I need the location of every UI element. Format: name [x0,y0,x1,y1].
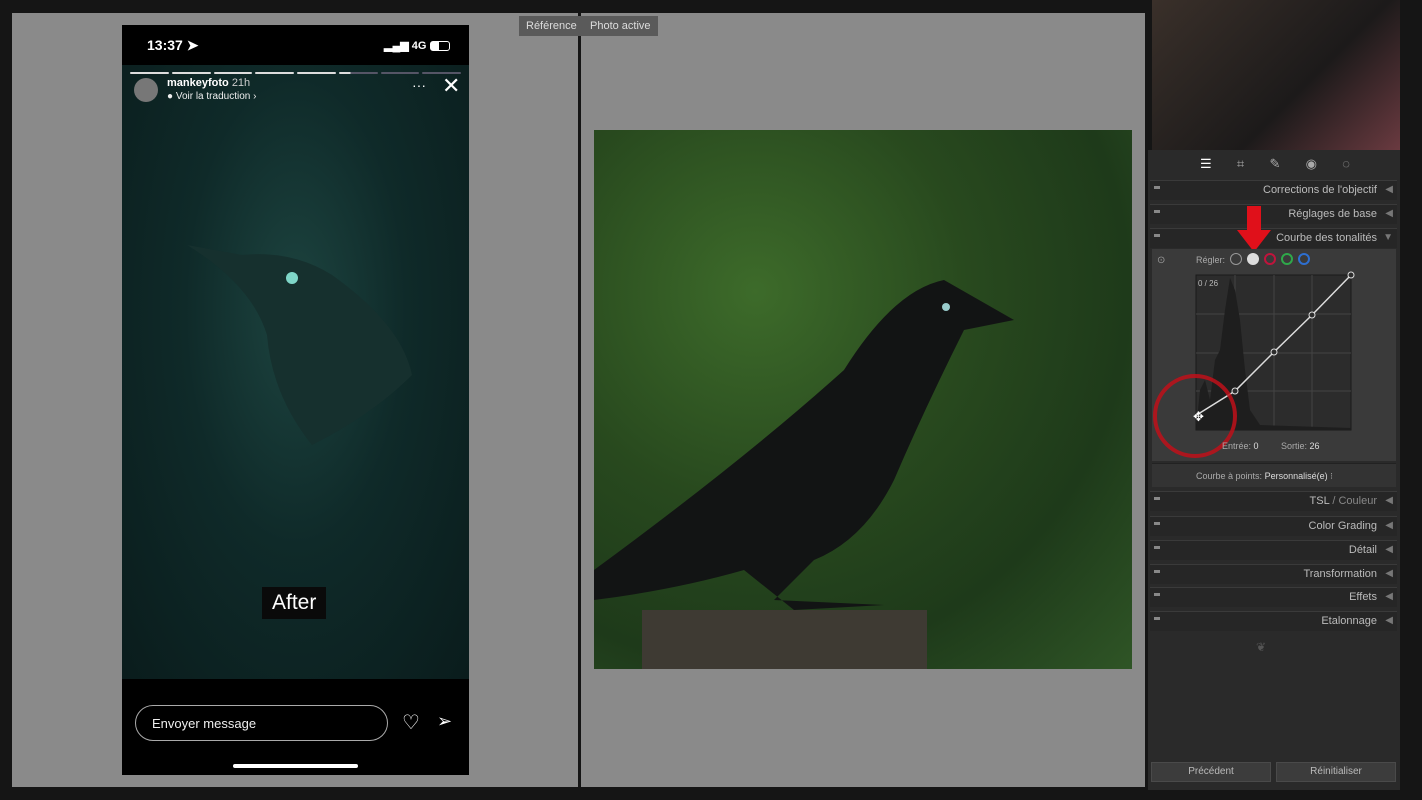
tool-strip: ☰ ⌗ ✎ ◉ ◌ [1200,156,1350,172]
heal-icon[interactable]: ✎ [1269,156,1280,172]
section-effects[interactable]: Effets ◀ [1150,587,1397,607]
active-photo-label: Photo active [583,16,658,36]
home-indicator [233,764,358,768]
after-label: After [262,587,327,619]
story-progress-segment [171,72,211,74]
point-curve-select[interactable]: Personnalisé(e) [1265,471,1328,481]
story-progress-segment [130,72,169,74]
avatar[interactable] [134,78,158,102]
rgb-channel[interactable] [1247,253,1259,265]
curve-point [1231,387,1239,395]
blue-channel[interactable] [1298,253,1310,265]
red-channel[interactable] [1264,253,1276,265]
section-hsl[interactable]: TSL / Couleur ◀ [1150,491,1397,511]
adjust-label: Régler: [1196,255,1226,265]
output-value: 26 [1309,441,1320,451]
previous-button[interactable]: Précédent [1151,762,1271,782]
story-age: 21h [231,77,251,89]
story-image: mankeyfoto 21h ● Voir la traduction › ··… [122,65,469,679]
translate-link[interactable]: ● Voir la traduction › [167,91,256,102]
section-detail[interactable]: Détail ◀ [1150,540,1397,560]
section-color-grading[interactable]: Color Grading ◀ [1150,516,1397,536]
section-lens-corrections[interactable]: Corrections de l'objectif ◀ [1150,180,1397,200]
input-value: 0 [1253,441,1259,451]
network: 4G [411,40,427,52]
reference-label: Référence [519,16,584,36]
point-curve-row: Courbe à points: Personnalisé(e) ⁝ [1152,463,1396,487]
story-progress-segment [213,72,253,74]
message-input[interactable]: Envoyer message [135,705,388,741]
more-icon[interactable]: ··· [412,77,426,93]
story-progress-segment [297,72,336,74]
green-channel[interactable] [1281,253,1293,265]
username[interactable]: mankeyfoto [167,77,229,89]
input-label: Entrée: [1222,441,1252,451]
webcam-overlay [1152,0,1400,150]
story-progress-segment [255,72,294,74]
sliders-icon[interactable]: ☰ [1200,156,1212,172]
panel-end-ornament: ❦ [1256,640,1267,654]
tone-curve-graph[interactable]: ✥ [1150,270,1365,465]
red-arrow-annotation [1237,206,1271,252]
parametric-channel[interactable] [1230,253,1242,265]
target-adjust-icon[interactable]: ⊙ [1157,255,1165,266]
mask-icon[interactable]: ◌ [1342,156,1350,172]
section-tone-curve[interactable]: Courbe des tonalités ▼ [1150,228,1397,248]
curve-point [1347,271,1355,279]
channel-selector [1230,253,1310,265]
location-icon: ➤ [186,37,199,53]
story-progress-segment [422,72,461,74]
close-icon[interactable]: ✕ [442,73,460,99]
reset-button[interactable]: Réinitialiser [1276,762,1396,782]
crow-photo [594,130,1132,669]
curve-point [1308,311,1316,319]
clock: 13:37 [147,37,183,53]
crow-silhouette [187,245,412,445]
heart-icon[interactable]: ♡ [402,710,420,735]
curve-point [1270,348,1278,356]
crow-on-post [594,280,1014,669]
curve-readout: 0 / 26 [1198,279,1219,288]
signal-icon: ▂▄▆ [384,40,409,52]
section-transform[interactable]: Transformation ◀ [1150,564,1397,584]
move-cursor-icon: ✥ [1193,409,1204,424]
send-icon[interactable]: ➢ [437,711,452,732]
section-basic[interactable]: Réglages de base ◀ [1150,204,1397,224]
output-label: Sortie: [1281,441,1308,451]
section-calibration[interactable]: Etalonnage ◀ [1150,611,1397,631]
battery-icon [429,41,450,52]
crop-icon[interactable]: ⌗ [1237,156,1244,172]
story-progress-segment [380,72,420,74]
phone-screenshot: 13:37 ➤ ▂▄▆ 4G mankeyfoto 21h ● Voir la … [122,25,469,775]
story-progress-segment [338,72,378,74]
redeye-icon[interactable]: ◉ [1306,156,1317,172]
